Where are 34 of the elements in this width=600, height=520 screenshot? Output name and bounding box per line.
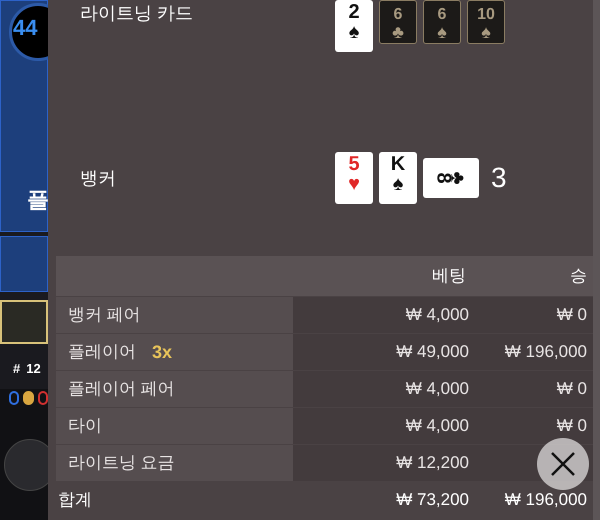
bet-name: 타이: [68, 415, 102, 438]
timer-text: 44: [13, 17, 38, 39]
column-header: 승: [570, 265, 588, 288]
bet-amount: ₩ 4,000: [404, 415, 469, 438]
total-win: ₩ 196,000: [504, 489, 588, 512]
sideways-card: 8 ♣: [423, 158, 479, 198]
bet-name: 플레이어: [68, 341, 136, 364]
playing-card: 2 ♠: [335, 0, 373, 52]
total-label: 합계: [57, 489, 93, 512]
bet-amount: ₩ 4,000: [404, 378, 469, 400]
win-amount: ₩ 196,000: [504, 341, 588, 364]
lightning-card: 10 ♠: [467, 0, 505, 44]
column-header: 베팅: [431, 265, 466, 288]
panel-label: 플: [27, 189, 48, 211]
win-amount: ₩ 0: [556, 304, 588, 326]
multiplier-label: 3x: [152, 340, 172, 364]
lightning-card: 6 ♠: [423, 0, 461, 44]
bet-amount: ₩ 12,200: [395, 452, 469, 474]
bet-amount: ₩ 4,000: [404, 304, 469, 326]
bet-amount: ₩ 49,000: [395, 341, 469, 364]
hand-label: 라이트닝 카드: [79, 2, 194, 25]
playing-card: 5 ♥: [335, 152, 373, 204]
win-amount: ₩ 0: [556, 378, 588, 400]
win-amount: ₩ 0: [556, 415, 588, 438]
bet-name: 플레이어 페어: [68, 378, 175, 400]
hand-score: 3: [491, 161, 507, 195]
total-bet: ₩ 73,200: [395, 489, 469, 512]
bet-name: 뱅커 페어: [68, 304, 141, 326]
bet-name: 라이트닝 요금: [68, 452, 175, 474]
lightning-card: 6 ♣: [379, 0, 417, 44]
hand-label: 뱅커: [79, 166, 117, 190]
round-number: 12: [26, 362, 41, 375]
playing-card: K ♠: [379, 152, 417, 204]
round-mark: #: [13, 362, 20, 375]
